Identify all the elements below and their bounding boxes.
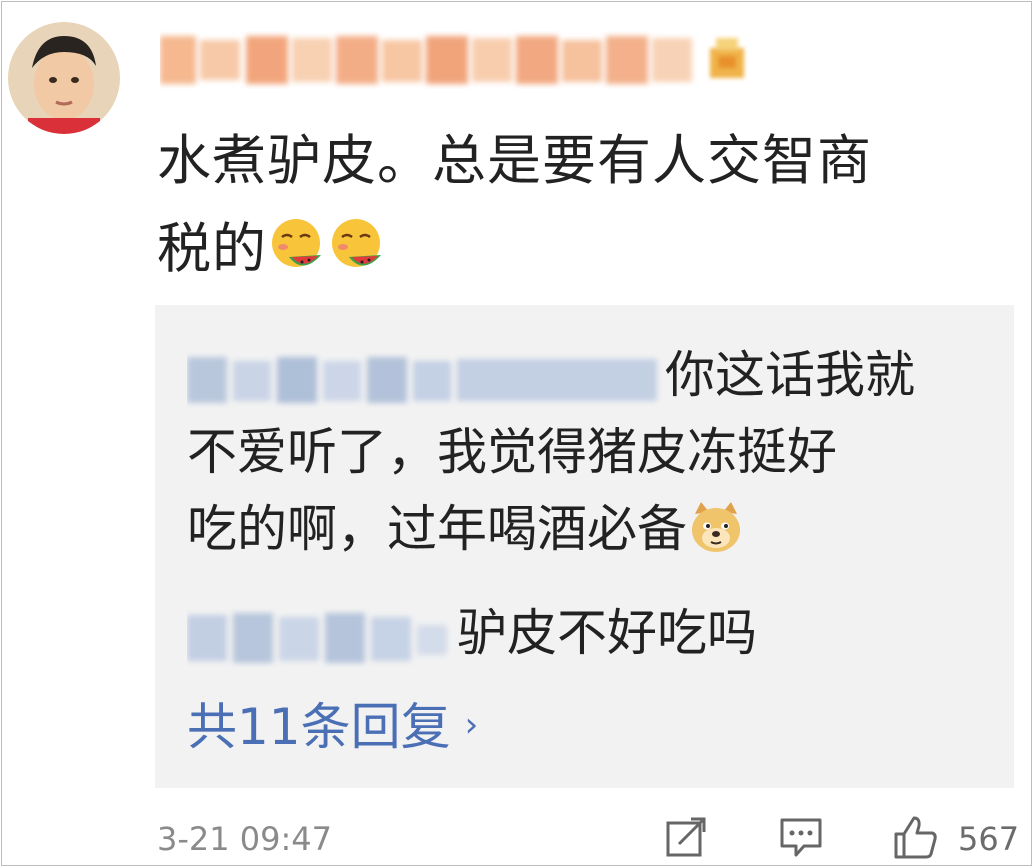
- reply-username-blurred[interactable]: [187, 605, 457, 669]
- comment-text: 水煮驴皮。总是要有人交智商 税的: [157, 117, 1017, 293]
- comment-card: 水煮驴皮。总是要有人交智商 税的 你这话我就 不爱听了，我觉得猪皮冻挺好 吃的啊…: [1, 1, 1032, 866]
- reply-item[interactable]: 你这话我就 不爱听了，我觉得猪皮冻挺好 吃的啊，过年喝酒必备: [187, 337, 987, 568]
- comment-icon[interactable]: [778, 814, 824, 860]
- reply-item[interactable]: 驴皮不好吃吗: [187, 595, 987, 672]
- reply-username-blurred[interactable]: [187, 349, 665, 409]
- watermelon-face-emoji-icon: [332, 219, 381, 267]
- like-count: 567: [958, 820, 1020, 858]
- chevron-right-icon: ›: [464, 705, 479, 745]
- like-thumb-icon[interactable]: [892, 814, 938, 860]
- share-icon[interactable]: [663, 814, 709, 860]
- more-replies-link[interactable]: 共11条回复 ›: [187, 687, 478, 766]
- comment-text-line2: 税的: [157, 217, 267, 280]
- reply-text-line2: 不爱听了，我觉得猪皮冻挺好: [187, 423, 837, 481]
- watermelon-face-emoji-icon: [272, 219, 321, 267]
- replies-panel[interactable]: 你这话我就 不爱听了，我觉得猪皮冻挺好 吃的啊，过年喝酒必备 驴皮不好吃吗 共1…: [155, 305, 1014, 788]
- avatar[interactable]: [8, 22, 120, 134]
- reply-text-line3: 吃的啊，过年喝酒必备: [187, 500, 687, 558]
- username-blurred[interactable]: [160, 30, 700, 90]
- doge-emoji-icon: [692, 502, 740, 552]
- vip-badge-icon: [710, 38, 744, 78]
- timestamp: 3-21 09:47: [157, 820, 333, 858]
- reply-text: 驴皮不好吃吗: [457, 604, 757, 662]
- more-replies-label: 共11条回复: [187, 698, 451, 756]
- comment-text-line1: 水煮驴皮。总是要有人交智商: [157, 129, 872, 192]
- reply-text-line1: 你这话我就: [665, 346, 915, 404]
